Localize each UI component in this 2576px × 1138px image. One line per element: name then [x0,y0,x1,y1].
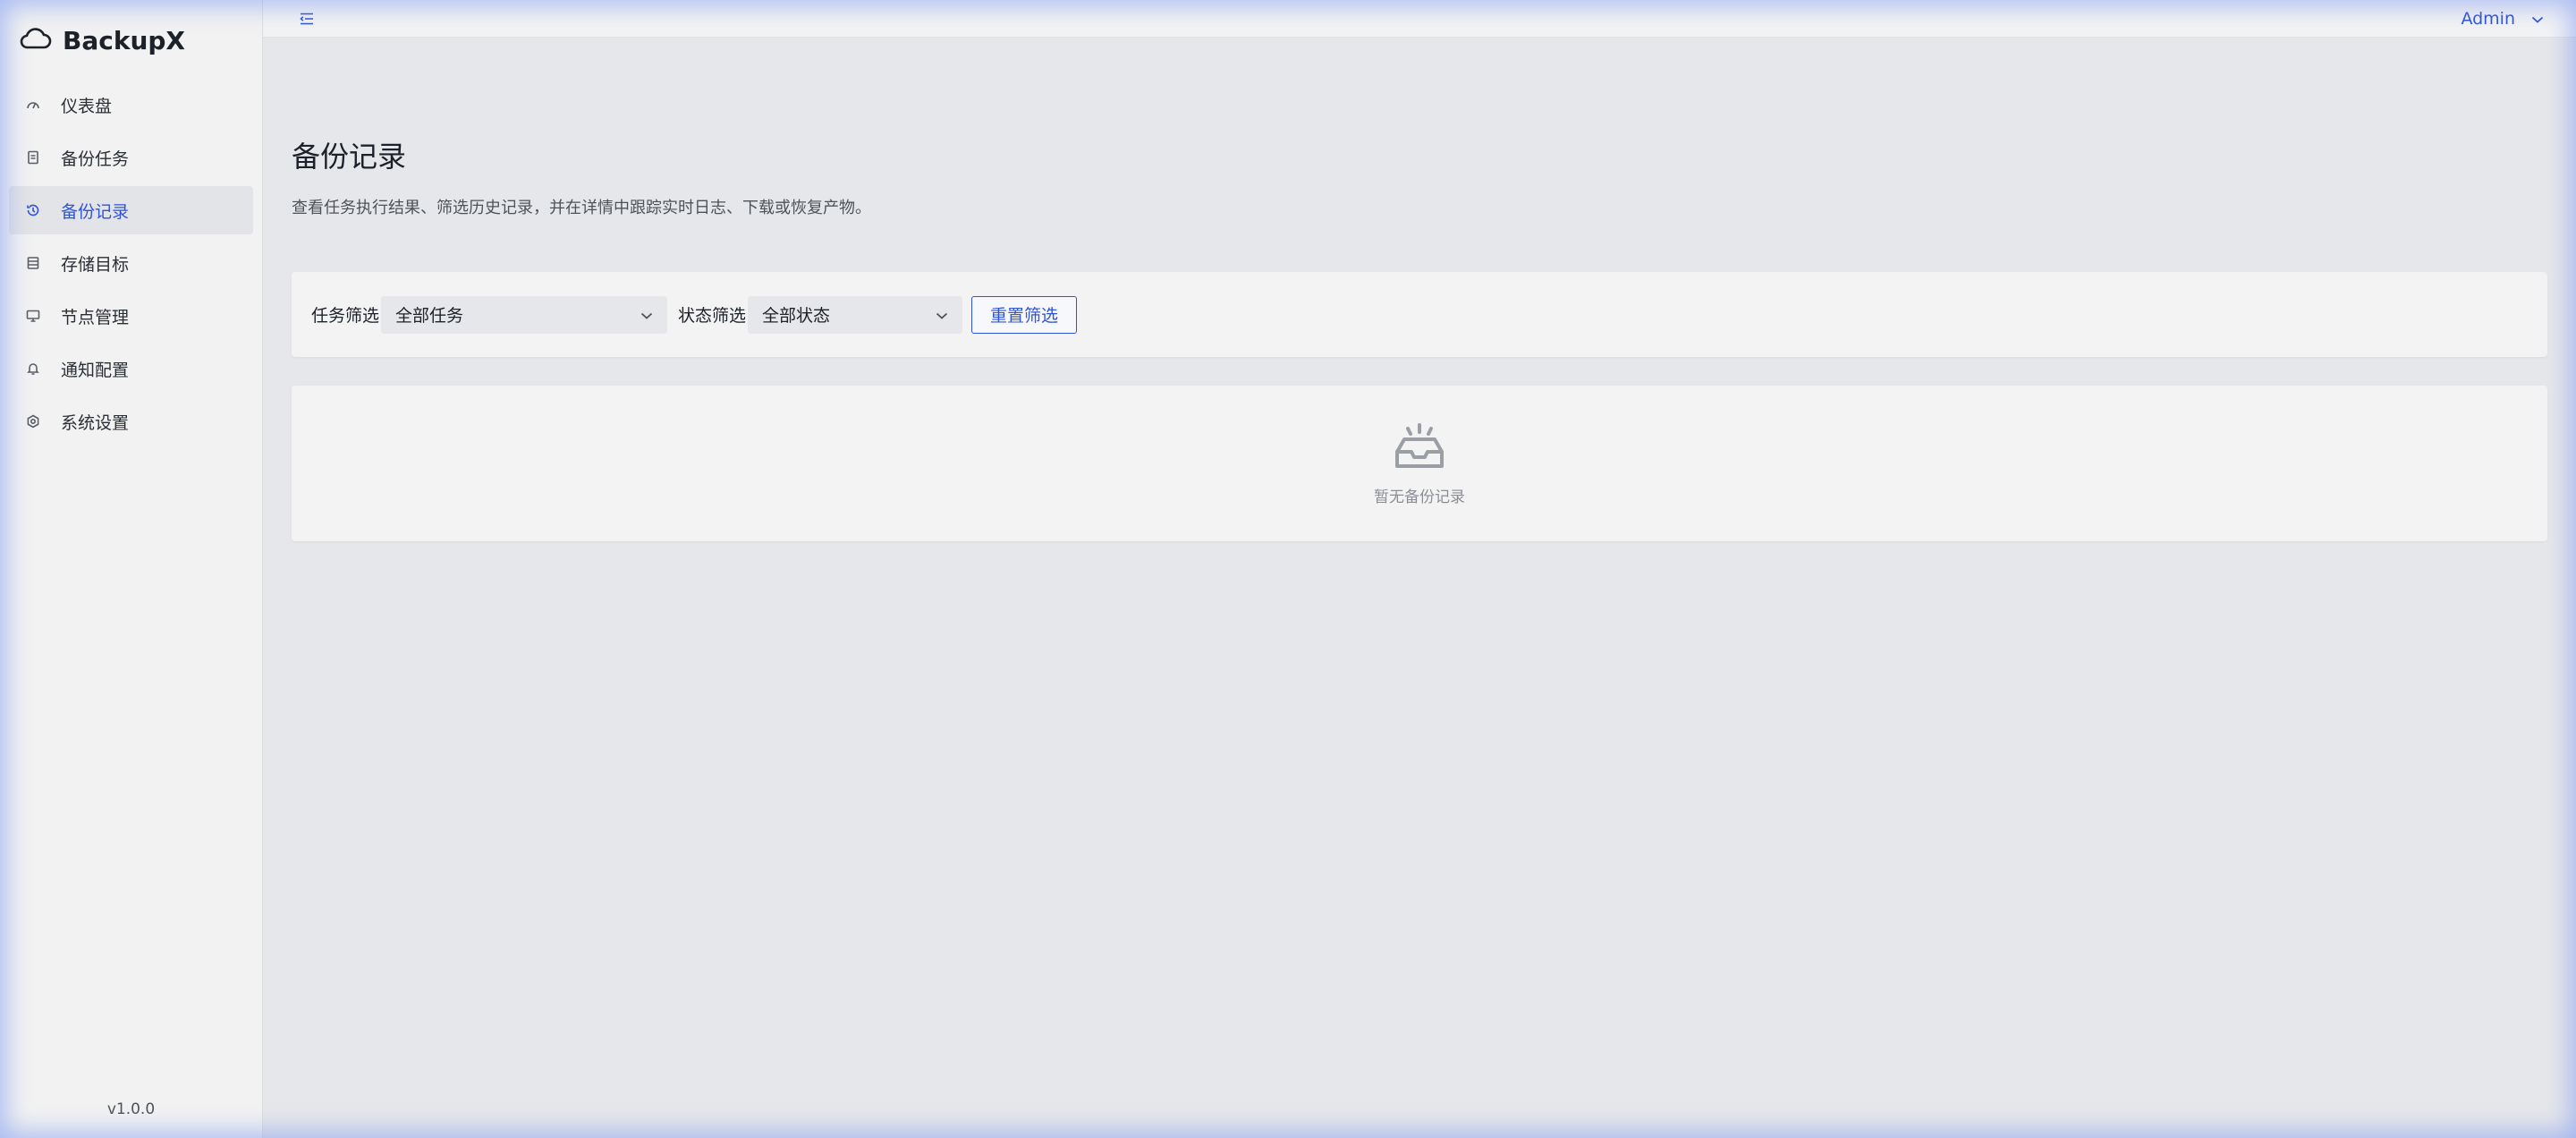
status-filter-value: 全部状态 [762,306,831,326]
sidebar-item-node-management[interactable]: 节点管理 [9,292,253,340]
chevron-down-icon [936,305,948,325]
status-filter-select[interactable]: 全部状态 [748,295,963,334]
version-label: v1.0.0 [106,1100,156,1118]
storage-icon [25,255,41,271]
sidebar-item-label: 备份任务 [61,149,130,169]
task-filter-select[interactable]: 全部任务 [381,295,668,334]
sidebar-item-label: 节点管理 [61,307,130,327]
empty-state-text: 暂无备份记录 [1374,488,1465,506]
sidebar-item-dashboard[interactable]: 仪表盘 [9,81,253,129]
sidebar-item-label: 通知配置 [61,360,130,380]
sidebar-item-label: 存储目标 [61,254,130,275]
dashboard-icon [25,97,41,113]
inbox-icon [1392,421,1447,475]
sidebar-item-storage-targets[interactable]: 存储目标 [9,239,253,287]
sidebar-item-label: 仪表盘 [61,96,113,116]
app-root: BackupX 仪表盘 备份任务 备份记录 存储目标 节点管理 通知配置 系统设… [0,0,2576,1138]
task-filter-label: 任务筛选 [311,306,380,326]
settings-icon [25,413,41,429]
user-name: Admin [2461,8,2515,29]
cloud-icon [20,27,52,54]
sidebar-item-backup-tasks[interactable]: 备份任务 [9,133,253,182]
menu-fold-icon[interactable] [299,11,315,27]
content: 备份记录 查看任务执行结果、筛选历史记录，并在详情中跟踪实时日志、下载或恢复产物… [263,38,2576,541]
chevron-down-icon [2515,9,2544,29]
main-area: Admin 备份记录 查看任务执行结果、筛选历史记录，并在详情中跟踪实时日志、下… [263,0,2576,1138]
task-filter-value: 全部任务 [395,306,464,326]
sidebar-item-notifications[interactable]: 通知配置 [9,344,253,393]
sidebar-menu: 仪表盘 备份任务 备份记录 存储目标 节点管理 通知配置 系统设置 [0,81,262,450]
desktop-icon [25,308,41,324]
reset-filters-button[interactable]: 重置筛选 [971,295,1078,334]
sidebar-item-settings[interactable]: 系统设置 [9,397,253,446]
topbar: Admin [263,0,2576,38]
user-menu[interactable]: Admin [2461,9,2544,29]
brand-name: BackupX [63,25,186,55]
sidebar-item-label: 系统设置 [61,412,130,433]
filter-card: 任务筛选 全部任务 状态筛选 全部状态 重置筛选 [292,272,2547,357]
history-icon [25,202,41,218]
sidebar: BackupX 仪表盘 备份任务 备份记录 存储目标 节点管理 通知配置 系统设… [0,0,263,1138]
brand[interactable]: BackupX [0,0,262,81]
page-title: 备份记录 [292,140,407,174]
chevron-down-icon [640,305,653,325]
sidebar-item-backup-records[interactable]: 备份记录 [9,186,253,234]
status-filter-label: 状态筛选 [678,306,747,326]
empty-state: 暂无备份记录 [292,386,2547,541]
sidebar-item-label: 备份记录 [61,201,130,222]
file-icon [25,149,41,166]
page-description: 查看任务执行结果、筛选历史记录，并在详情中跟踪实时日志、下载或恢复产物。 [292,199,871,217]
bell-icon [25,361,41,377]
